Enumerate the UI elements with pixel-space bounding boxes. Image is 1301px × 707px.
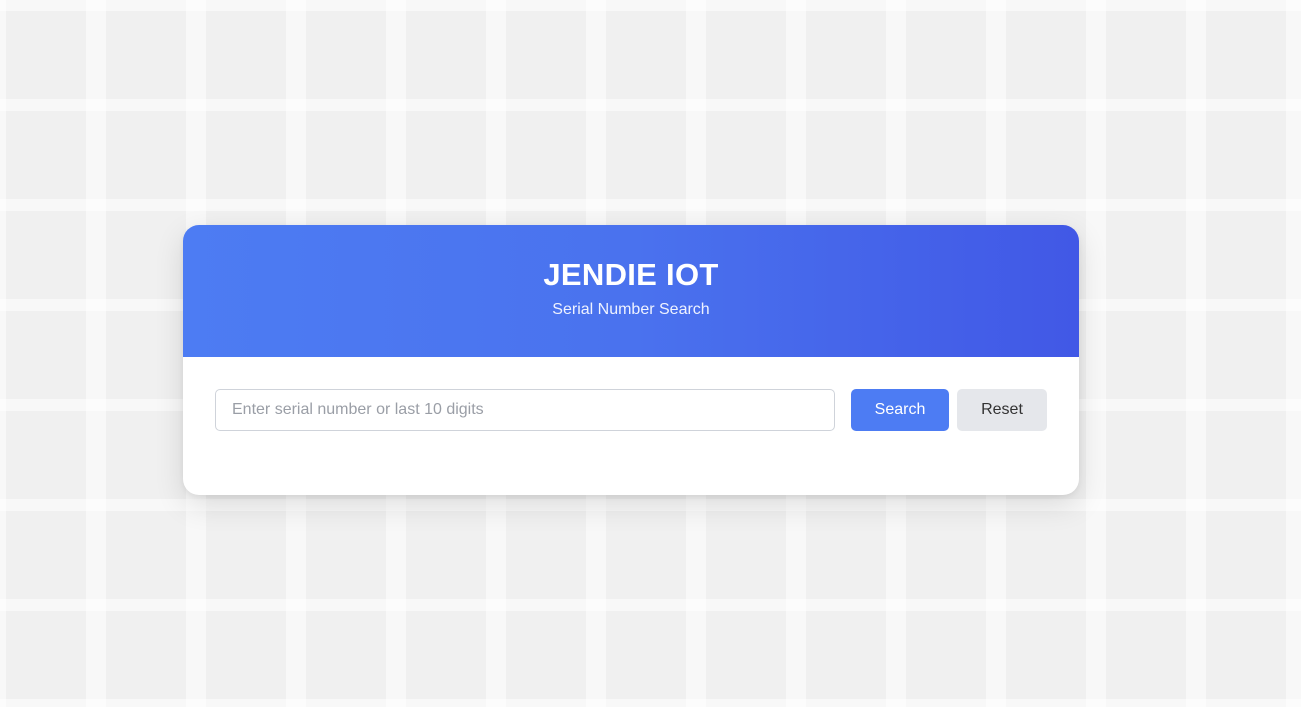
reset-button[interactable]: Reset [957, 389, 1047, 431]
page-title: JENDIE IOT [543, 257, 719, 292]
page-subtitle: Serial Number Search [552, 301, 710, 318]
card-header: JENDIE IOT Serial Number Search [183, 225, 1079, 357]
search-button[interactable]: Search [851, 389, 949, 431]
search-card: JENDIE IOT Serial Number Search Search R… [183, 225, 1079, 495]
card-body: Search Reset [183, 357, 1079, 495]
serial-search-input[interactable] [215, 389, 835, 431]
